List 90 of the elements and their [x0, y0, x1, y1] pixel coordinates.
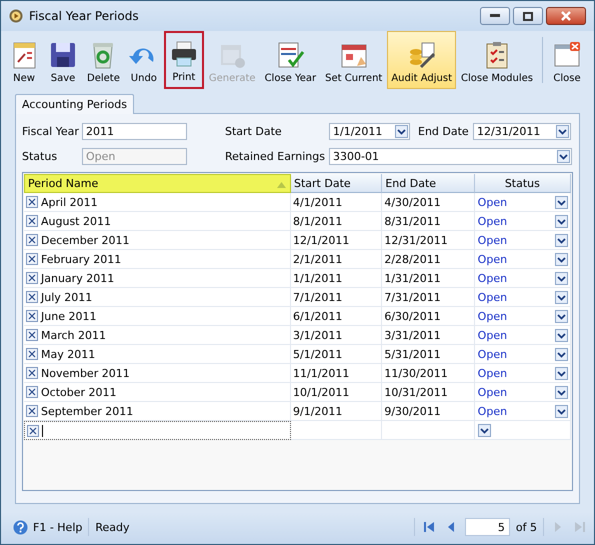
table-cell: 1/31/2011 [382, 269, 475, 288]
page-count: of 5 [516, 520, 537, 534]
field-label: End Date [418, 124, 470, 138]
delete-row-icon[interactable] [26, 329, 38, 341]
sort-arrow-icon [277, 182, 286, 188]
table-cell: November 2011 [41, 366, 130, 380]
field-label: Status [22, 150, 58, 162]
table-cell: 10/31/2011 [382, 383, 475, 402]
delete-row-icon[interactable] [26, 405, 38, 417]
close-icon [561, 11, 571, 21]
maximize-icon [523, 12, 533, 20]
minimize-icon [490, 14, 500, 18]
table-cell: 2/28/2011 [382, 250, 475, 269]
table-cell: September 2011 [41, 404, 134, 418]
delete-row-icon[interactable] [26, 253, 38, 265]
table-cell: 10/1/2011 [291, 383, 382, 402]
delete-row-icon[interactable] [26, 196, 38, 208]
table-cell: March 2011 [41, 328, 106, 342]
input-field[interactable]: 2011 [82, 122, 187, 140]
help-button[interactable]: F1 - Help [13, 520, 82, 534]
minimize-button[interactable] [480, 7, 510, 25]
table-cell: February 2011 [41, 252, 122, 266]
delete-row-icon[interactable] [26, 272, 38, 284]
toolbar-button[interactable]: Delete [83, 31, 124, 89]
table-cell: 9/30/2011 [382, 402, 475, 421]
table-cell: 4/30/2011 [382, 193, 475, 212]
delete-row-icon[interactable] [26, 291, 38, 303]
table-cell: 3/1/2011 [291, 326, 382, 345]
close-button[interactable] [546, 7, 586, 25]
table-cell: 7/1/2011 [291, 288, 382, 307]
table-cell: 4/1/2011 [291, 193, 382, 212]
page-number-field[interactable]: 5 [464, 518, 510, 536]
table-cell: 11/30/2011 [382, 364, 475, 383]
table-cell: 12/1/2011 [291, 231, 382, 250]
date-dropdown[interactable]: 1/1/2011 [329, 122, 410, 140]
table-cell: January 2011 [41, 272, 114, 284]
status-message: Ready [95, 520, 130, 534]
date-dropdown[interactable]: 12/31/2011 [473, 122, 571, 140]
table-cell: 11/1/2011 [291, 364, 382, 383]
table-cell: October 2011 [41, 386, 117, 398]
new-row-input[interactable] [24, 421, 292, 440]
field-label: Start Date [225, 124, 283, 138]
toolbar-button[interactable]: Audit Adjust [387, 31, 456, 89]
table-cell: 7/31/2011 [382, 288, 475, 307]
field-label: Fiscal Year [22, 124, 80, 138]
table-cell: 6/30/2011 [382, 307, 475, 326]
table-cell: April 2011 [41, 196, 98, 208]
table-cell: June 2011 [41, 310, 96, 322]
toolbar-button[interactable]: Close Year [260, 31, 320, 89]
toolbar-button[interactable]: Close Modules [457, 31, 538, 89]
tab[interactable]: Accounting Periods [15, 94, 134, 114]
table-cell: 8/1/2011 [291, 212, 382, 231]
first-page-icon [422, 521, 435, 533]
table-cell: 1/1/2011 [291, 269, 382, 288]
delete-row-icon[interactable] [26, 310, 38, 322]
app-icon [9, 9, 23, 23]
delete-row-icon[interactable] [26, 348, 38, 360]
table-cell: 2/1/2011 [291, 250, 382, 269]
table-cell: 9/1/2011 [291, 402, 382, 421]
table-cell: July 2011 [41, 290, 92, 304]
toolbar-button[interactable]: Undo [124, 31, 163, 89]
table-cell: 5/1/2011 [291, 345, 382, 364]
table-cell: 8/31/2011 [382, 212, 475, 231]
toolbar-button[interactable]: Save [44, 31, 82, 89]
column-header[interactable]: Start Date [291, 174, 382, 193]
table-cell: May 2011 [41, 348, 96, 360]
table-cell: 6/1/2011 [291, 307, 382, 326]
delete-row-icon[interactable] [26, 215, 38, 227]
field-label: Retained Earnings [225, 150, 326, 162]
table-cell: 3/31/2011 [382, 326, 475, 345]
delete-row-icon[interactable] [26, 234, 38, 246]
account-dropdown[interactable]: 3300-01 [329, 148, 572, 164]
toolbar-button[interactable]: Print [164, 31, 204, 89]
table-cell: August 2011 [41, 214, 111, 228]
table-cell: 5/31/2011 [382, 345, 475, 364]
delete-row-icon[interactable] [26, 367, 38, 379]
table-cell: December 2011 [41, 234, 130, 246]
column-header[interactable]: Period Name [24, 174, 291, 193]
toolbar-button[interactable]: Close [548, 31, 586, 89]
table-cell: 12/31/2011 [382, 231, 475, 250]
maximize-button[interactable] [513, 7, 543, 25]
toolbar-button[interactable]: Set Current [321, 31, 386, 89]
column-header[interactable]: Status [474, 174, 571, 193]
delete-row-icon[interactable] [27, 424, 39, 436]
toolbar-button[interactable]: New [5, 31, 43, 89]
column-header[interactable]: End Date [382, 174, 475, 193]
delete-row-icon[interactable] [26, 386, 38, 398]
last-page-icon [574, 521, 586, 533]
help-icon [13, 520, 28, 534]
window-title: Fiscal Year Periods [29, 9, 139, 23]
